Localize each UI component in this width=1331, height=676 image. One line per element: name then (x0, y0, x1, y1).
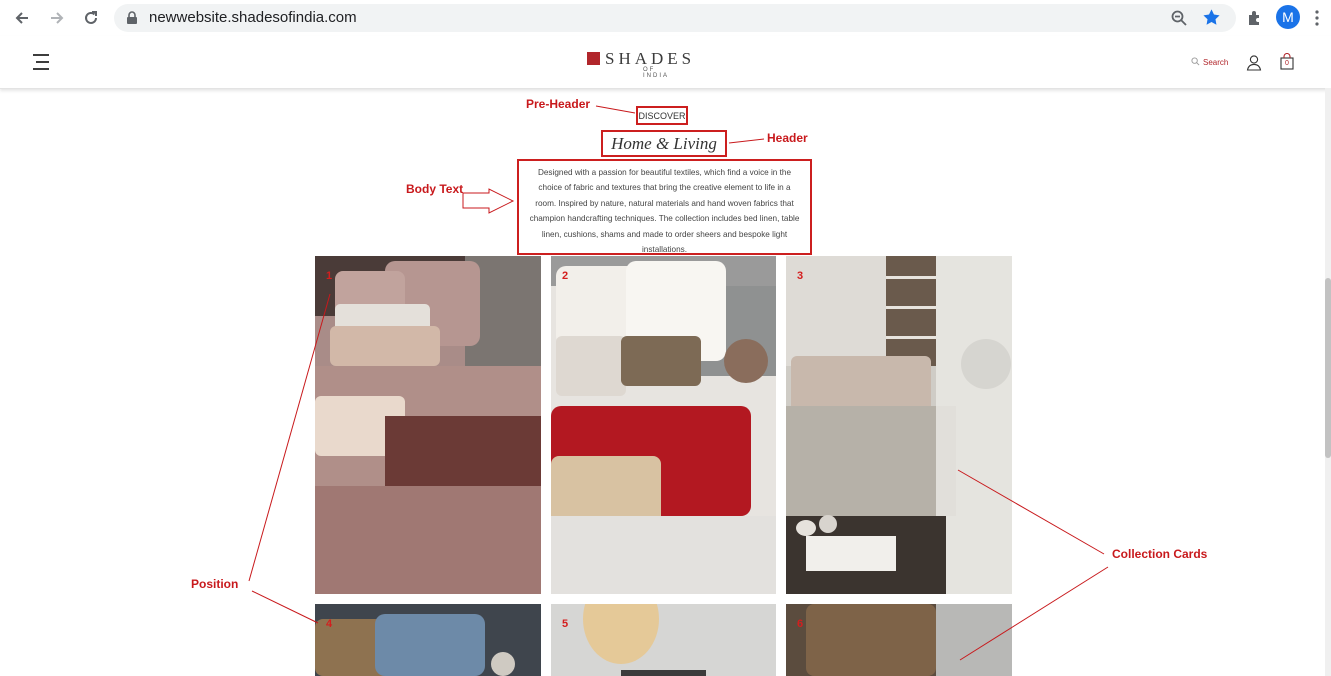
card-position: 5 (562, 618, 569, 630)
card-position: 4 (326, 618, 333, 630)
collection-card[interactable]: 4 (315, 604, 541, 676)
search-label: Search (1203, 58, 1229, 67)
collection-card[interactable]: 1 (315, 256, 541, 594)
search-icon (1191, 57, 1200, 68)
pre-header: DISCOVER (636, 106, 688, 125)
forward-arrow-icon[interactable] (45, 6, 69, 30)
star-icon[interactable] (1202, 8, 1221, 32)
card-photo-throw-blanket (786, 604, 1012, 676)
profile-avatar[interactable]: M (1276, 5, 1300, 29)
search-button[interactable]: Search (1191, 57, 1228, 68)
annotation-header: Header (767, 131, 808, 145)
browser-toolbar: newwebsite.shadesofindia.com M (0, 0, 1331, 36)
annotation-body-text: Body Text (406, 182, 464, 196)
card-photo-bedding-blush (315, 256, 541, 594)
collection-card[interactable]: 5 (551, 604, 776, 676)
collection-card[interactable]: 2 (551, 256, 776, 594)
kebab-menu-icon[interactable] (1309, 6, 1325, 30)
reload-icon[interactable] (79, 6, 103, 30)
cart-count: 0 (1285, 60, 1289, 67)
card-position: 2 (562, 270, 569, 282)
extensions-icon[interactable] (1243, 6, 1267, 30)
hamburger-menu-icon[interactable] (31, 53, 51, 76)
collection-card[interactable]: 6 (786, 604, 1012, 676)
card-photo-table-linen (551, 604, 776, 676)
card-photo-bedding-red-white (551, 256, 776, 594)
cart-icon[interactable]: 0 (1280, 53, 1294, 70)
page-scrollbar[interactable] (1325, 88, 1331, 676)
scrollbar-thumb[interactable] (1325, 278, 1331, 458)
annotation-position: Position (191, 577, 239, 591)
card-photo-bedroom-sheers (786, 256, 1012, 594)
card-photo-woven-cushions (315, 604, 541, 676)
body-text: Designed with a passion for beautiful te… (517, 159, 812, 255)
zoom-icon[interactable] (1170, 9, 1188, 32)
account-icon[interactable] (1246, 54, 1262, 76)
logo-subtitle: OF INDIA (643, 67, 670, 79)
lock-icon[interactable] (126, 11, 138, 30)
annotation-collection-cards: Collection Cards (1112, 547, 1208, 561)
section-header: Home & Living (601, 130, 727, 157)
card-position: 3 (797, 270, 804, 282)
logo-mark (587, 52, 600, 65)
back-arrow-icon[interactable] (10, 6, 34, 30)
annotation-pre-header: Pre-Header (526, 97, 591, 111)
url-text[interactable]: newwebsite.shadesofindia.com (149, 9, 357, 26)
collection-card[interactable]: 3 (786, 256, 1012, 594)
card-position: 1 (326, 270, 333, 282)
card-position: 6 (797, 618, 804, 630)
address-bar[interactable]: newwebsite.shadesofindia.com (114, 4, 1236, 32)
logo-wordmark: SHADES (605, 49, 696, 68)
